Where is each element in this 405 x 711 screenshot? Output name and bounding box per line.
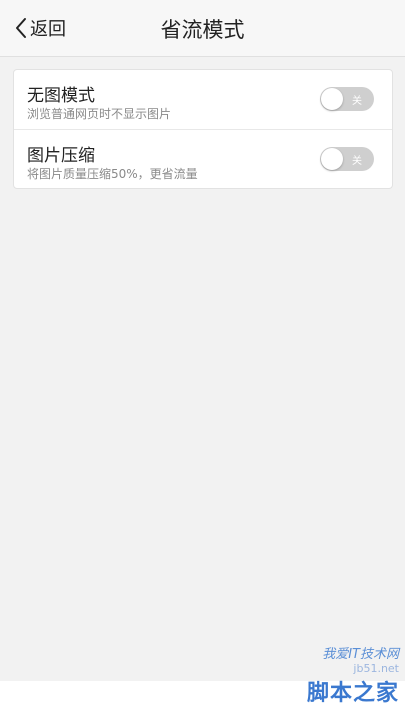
setting-title: 图片压缩 — [27, 146, 95, 166]
watermark-line1: 我爱IT技术网 — [322, 647, 399, 662]
toggle-state-label: 关 — [352, 96, 362, 107]
setting-row-no-images: 无图模式 浏览普通网页时不显示图片 关 — [14, 70, 392, 129]
watermark: 我爱IT技术网 jb51.net 脚本之家 — [307, 643, 399, 707]
setting-row-image-compression: 图片压缩 将图片质量压缩50%，更省流量 关 — [14, 129, 392, 188]
setting-subtitle: 浏览普通网页时不显示图片 — [27, 107, 172, 121]
watermark-line2: 脚本之家 — [306, 681, 399, 706]
no-images-toggle[interactable]: 关 — [320, 87, 374, 111]
setting-subtitle: 将图片质量压缩50%，更省流量 — [27, 167, 198, 181]
settings-card: 无图模式 浏览普通网页时不显示图片 关 图片压缩 将图片质量压缩50%，更省流量… — [13, 69, 393, 189]
toggle-knob — [321, 148, 343, 170]
toggle-knob — [321, 88, 343, 110]
setting-title: 无图模式 — [27, 86, 95, 106]
page-title: 省流模式 — [160, 18, 245, 42]
toggle-state-label: 关 — [352, 156, 362, 167]
watermark-url: jb51.net — [353, 662, 399, 675]
nav-header: 返回 省流模式 — [0, 0, 405, 57]
image-compression-toggle[interactable]: 关 — [320, 147, 374, 171]
